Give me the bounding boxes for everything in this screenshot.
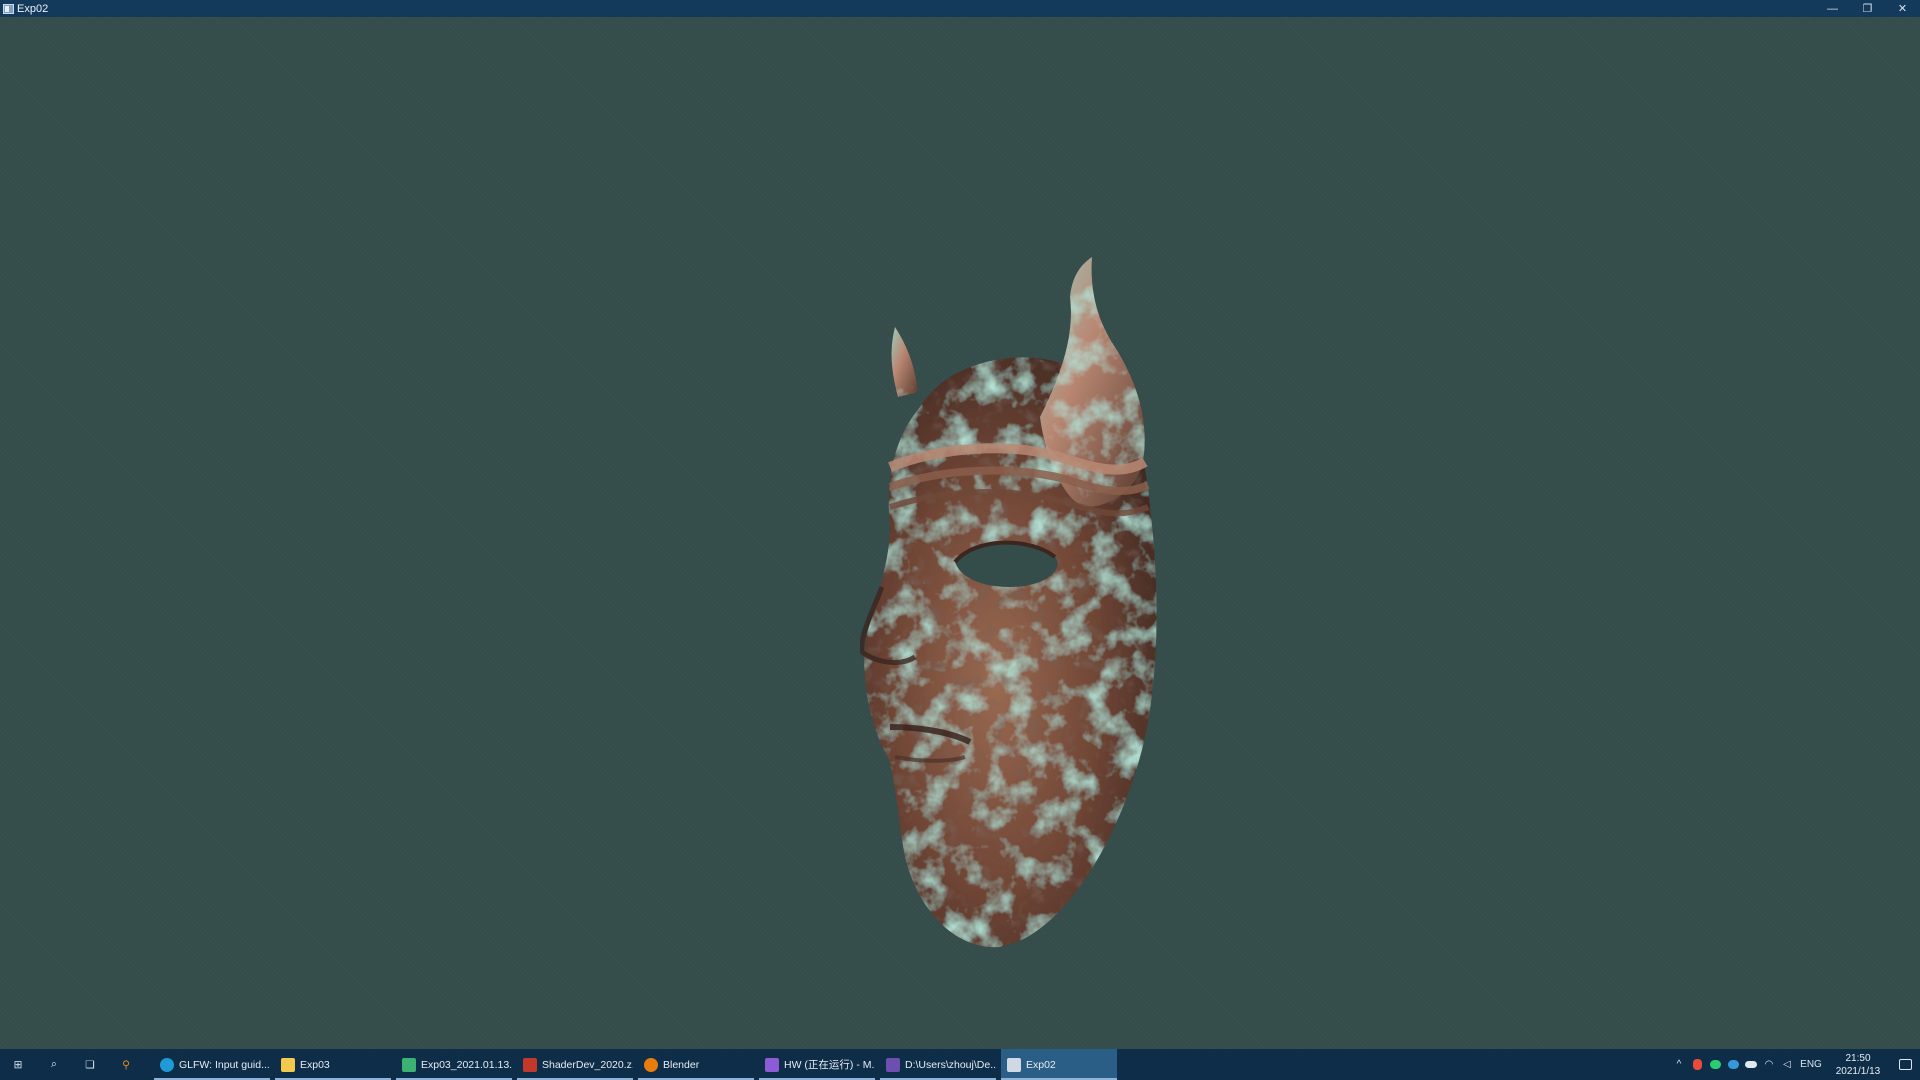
- folder-icon: [281, 1057, 295, 1072]
- language-indicator[interactable]: ENG: [1796, 1049, 1826, 1080]
- taskbar-app-label: Exp03_2021.01.13...: [421, 1058, 512, 1071]
- edge-icon: [160, 1057, 174, 1072]
- taskbar-app-exp03-folder[interactable]: Exp03: [275, 1049, 391, 1080]
- clock-time: 21:50: [1845, 1052, 1871, 1064]
- taskbar-app-label: Exp02: [1026, 1058, 1056, 1071]
- taskbar-app-label: GLFW: Input guid...: [179, 1058, 270, 1071]
- taskbar-app-label: D:\Users\zhouj\De...: [905, 1058, 996, 1071]
- taskbar-app-shaderdev[interactable]: ShaderDev_2020.z...: [517, 1049, 633, 1080]
- taskbar-app-glfw[interactable]: GLFW: Input guid...: [154, 1049, 270, 1080]
- task-view-icon[interactable]: ❏: [72, 1049, 108, 1080]
- window-controls: — ❐ ✕: [1815, 0, 1920, 17]
- volume-icon[interactable]: ◁: [1778, 1049, 1796, 1080]
- image-viewer-icon: [402, 1057, 416, 1072]
- visual-studio-icon: [765, 1057, 779, 1072]
- chat-icon[interactable]: [1724, 1049, 1742, 1080]
- search-icon[interactable]: ⌕: [36, 1049, 72, 1080]
- taskbar: ⊞ ⌕ ❏ ⚲ GLFW: Input guid... Exp03 Exp03_…: [0, 1049, 1920, 1080]
- clock[interactable]: 21:50 2021/1/13: [1826, 1052, 1890, 1078]
- taskbar-app-blender[interactable]: Blender: [638, 1049, 754, 1080]
- system-tray: ^ ◠ ◁ ENG 21:50 2021/1/13: [1670, 1049, 1920, 1080]
- minimize-button[interactable]: —: [1815, 0, 1850, 17]
- qq-icon[interactable]: [1688, 1049, 1706, 1080]
- taskbar-app-label: ShaderDev_2020.z...: [542, 1058, 633, 1071]
- restore-button[interactable]: ❐: [1850, 0, 1885, 17]
- onedrive-icon[interactable]: [1742, 1049, 1760, 1080]
- app-window-icon: [1007, 1057, 1021, 1072]
- taskbar-app-visual-studio[interactable]: HW (正在运行) - M...: [759, 1049, 875, 1080]
- render-viewport[interactable]: [0, 17, 1920, 1049]
- window-title: Exp02: [17, 2, 49, 15]
- bronze-mask-icon[interactable]: [859, 257, 1220, 957]
- taskbar-app-exp02[interactable]: Exp02: [1001, 1049, 1117, 1080]
- clock-date: 2021/1/13: [1835, 1065, 1881, 1077]
- archive-icon: [523, 1057, 537, 1072]
- vs-console-icon: [886, 1057, 900, 1072]
- blender-icon: [644, 1057, 658, 1072]
- start-icon[interactable]: ⊞: [0, 1049, 36, 1080]
- taskbar-app-console[interactable]: D:\Users\zhouj\De...: [880, 1049, 996, 1080]
- taskbar-app-label: HW (正在运行) - M...: [784, 1059, 875, 1071]
- taskbar-app-label: Blender: [663, 1058, 700, 1071]
- wifi-icon[interactable]: ◠: [1760, 1049, 1778, 1080]
- mask-render: [859, 257, 1157, 948]
- wechat-icon[interactable]: [1706, 1049, 1724, 1080]
- taskbar-app-label: Exp03: [300, 1058, 330, 1071]
- chevron-up-icon[interactable]: ^: [1670, 1049, 1688, 1080]
- close-button[interactable]: ✕: [1885, 0, 1920, 17]
- everything-search-icon[interactable]: ⚲: [108, 1049, 144, 1080]
- taskbar-app-exp03-image[interactable]: Exp03_2021.01.13...: [396, 1049, 512, 1080]
- app-window-icon: [3, 3, 14, 14]
- title-bar: Exp02 — ❐ ✕: [0, 0, 1920, 17]
- notification-icon[interactable]: [1890, 1049, 1920, 1080]
